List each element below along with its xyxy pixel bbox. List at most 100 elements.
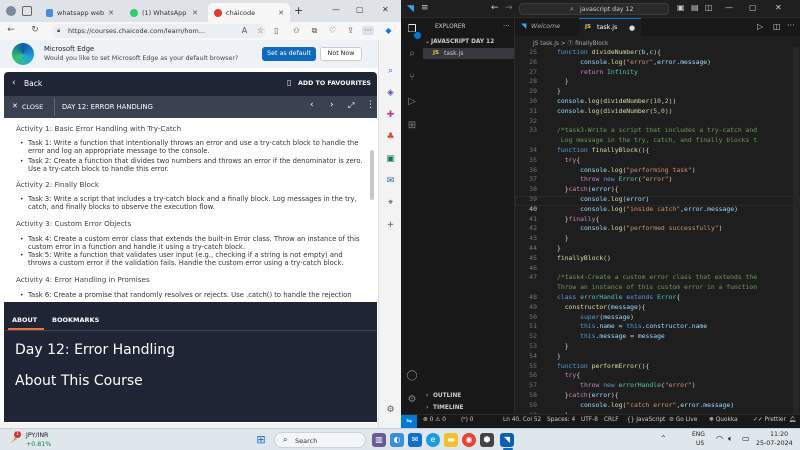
add-to-favourites-button[interactable]: ADD TO FAVOURITES [298,80,371,87]
split-screen-icon[interactable]: ▯ [272,26,281,35]
prettier-button[interactable]: ✓✓ Prettier [753,417,786,423]
manage-gear-icon[interactable]: ⚙ [406,394,418,406]
folder-name[interactable]: JAVASCRIPT DAY 12 [431,39,494,45]
not-now-button[interactable]: Not Now [320,47,362,61]
wifi-icon[interactable]: ◠ [716,434,723,443]
back-link[interactable]: Back [24,79,42,88]
office-icon[interactable]: ▣ [385,154,396,165]
ports-indicator[interactable]: (ᵒ) 0 [461,417,473,423]
timeline-section[interactable]: TIMELINE [433,405,464,411]
extensions-icon[interactable]: ⊞ [406,120,418,132]
close-icon[interactable]: ✕ [278,9,284,17]
url-field[interactable]: 🔒︎ https://courses.chaicode.com/learn/ho… [52,24,266,38]
quokka-button[interactable]: ❋ Quokka [709,417,738,423]
file-item-task-js[interactable]: JS task.js [423,48,514,59]
source-control-icon[interactable]: ⑂ [406,72,418,84]
chevron-down-icon[interactable]: ⌄ [425,38,430,45]
close-window-button[interactable]: ✕ [775,3,782,12]
more-icon[interactable]: ··· [787,21,795,30]
tab-welcome[interactable]: ◥ Welcome [515,18,579,36]
star-icon[interactable]: ☆ [256,26,265,35]
close-icon[interactable]: ✕ [192,9,198,17]
volume-icon[interactable]: 🔈︎ [728,434,733,444]
bookmark-icon[interactable]: ▯ [287,78,291,87]
close-window-button[interactable]: ✕ [382,5,389,14]
share-icon[interactable]: ⇪ [346,26,355,35]
chevron-right-icon[interactable]: › [426,404,428,411]
indentation[interactable]: Spaces: 4 [547,417,575,423]
edge-taskbar-icon[interactable]: e [426,433,440,447]
layout-icon[interactable]: ▤ [691,3,699,12]
tab-task-js[interactable]: JS task.js ● [579,18,641,36]
windows-start-icon[interactable]: ⊞ [254,433,268,447]
go-live-button[interactable]: ⊘ Go Live [669,417,697,423]
tools-icon[interactable]: ✚ [385,110,396,121]
clock-time[interactable]: 11:20 [770,431,788,438]
more-icon[interactable]: ··· [362,26,374,35]
tab-whatsapp-web[interactable]: whatsapp web ✕ [40,3,120,22]
chevron-up-icon[interactable]: ⌃ [660,434,667,443]
line-ending[interactable]: CRLF [604,417,619,423]
run-debug-icon[interactable]: ▷ [406,96,418,108]
settings-icon[interactable]: ⚙ [385,405,396,416]
minimize-button[interactable]: — [332,5,340,14]
new-tab-button[interactable]: + [294,4,303,17]
more-icon[interactable]: ··· [503,22,510,30]
layout-icon[interactable]: ▣ [677,3,685,12]
mail-icon[interactable]: ✉ [408,433,422,447]
extensions-icon[interactable]: ♡ [328,26,337,35]
close-icon[interactable]: ✕ [108,9,114,17]
collections-icon[interactable]: ⧉ [310,26,319,35]
stock-widget[interactable]: 1 ↗ JPY/INR +0.81% [8,431,68,449]
app-icon[interactable]: ⬢ [480,433,494,447]
edge-profile-icon[interactable] [6,6,16,16]
minimize-button[interactable]: — [725,3,733,12]
shopping-icon[interactable]: ◈ [385,88,396,99]
maximize-button[interactable]: ▢ [356,5,364,14]
menu-icon[interactable]: ≡ [421,3,429,13]
task-view-icon[interactable]: ▥ [372,433,386,447]
lesson-scrollbar[interactable] [370,150,374,200]
layout-icon[interactable]: ◫ [705,3,713,12]
more-vertical-icon[interactable]: ⋮ [366,100,375,110]
chrome-icon[interactable]: ◉ [462,433,476,447]
outline-section[interactable]: OUTLINE [433,393,461,399]
cursor-position[interactable]: Ln 40, Col 52 [503,417,541,423]
nav-back-icon[interactable]: ← [491,3,499,13]
search-icon[interactable]: ⌕ [406,48,418,60]
tab-whatsapp[interactable]: (1) WhatsApp ✕ [124,3,204,22]
back-icon[interactable]: ← [4,25,18,35]
games-icon[interactable]: ♣ [385,132,396,143]
widgets-icon[interactable]: ◐ [390,433,404,447]
close-icon[interactable]: ✕ [12,102,18,110]
split-editor-icon[interactable]: ◫ [773,22,781,31]
nav-forward-icon[interactable]: → [505,3,513,13]
language-mode[interactable]: {} JavaScript [627,417,665,423]
editor-scrollbar[interactable] [793,47,799,414]
command-center[interactable]: ⌕ javascript day 12 [519,3,669,15]
unsaved-dot-icon[interactable]: ● [629,24,635,32]
expand-icon[interactable]: ⤢ [348,101,354,111]
search-icon[interactable]: ⌕ [385,66,396,77]
next-lesson-icon[interactable]: › [330,100,334,110]
chevron-right-icon[interactable]: › [426,392,428,399]
breadcrumb[interactable]: JS task.js > ⓕ finallyBlock [515,36,800,47]
run-icon[interactable]: ▷ [757,22,763,31]
clock-date[interactable]: 25-07-2024 [756,440,793,447]
battery-icon[interactable]: ▭ [742,434,750,443]
read-aloud-icon[interactable]: A [240,26,249,35]
file-explorer-icon[interactable]: ▬ [444,433,458,447]
outlook-icon[interactable]: ✉ [385,176,396,187]
encoding[interactable]: UTF-8 [581,417,598,423]
drop-icon[interactable]: ⌖ [385,198,396,209]
remote-icon[interactable]: ⇋ [401,415,417,428]
tab-chaicode[interactable]: chaicode ✕ [208,3,290,22]
taskbar-search[interactable]: ⌕ Search [274,432,366,448]
language-indicator[interactable]: ENG [692,431,705,438]
prev-lesson-icon[interactable]: ‹ [310,100,314,110]
vscode-taskbar-icon[interactable]: ◥ [500,433,514,447]
tab-about[interactable]: ABOUT [12,316,37,324]
favorites-icon[interactable]: ✩ [292,26,301,35]
account-icon[interactable]: ◯ [406,370,418,382]
close-lesson-button[interactable]: CLOSE [22,103,43,111]
